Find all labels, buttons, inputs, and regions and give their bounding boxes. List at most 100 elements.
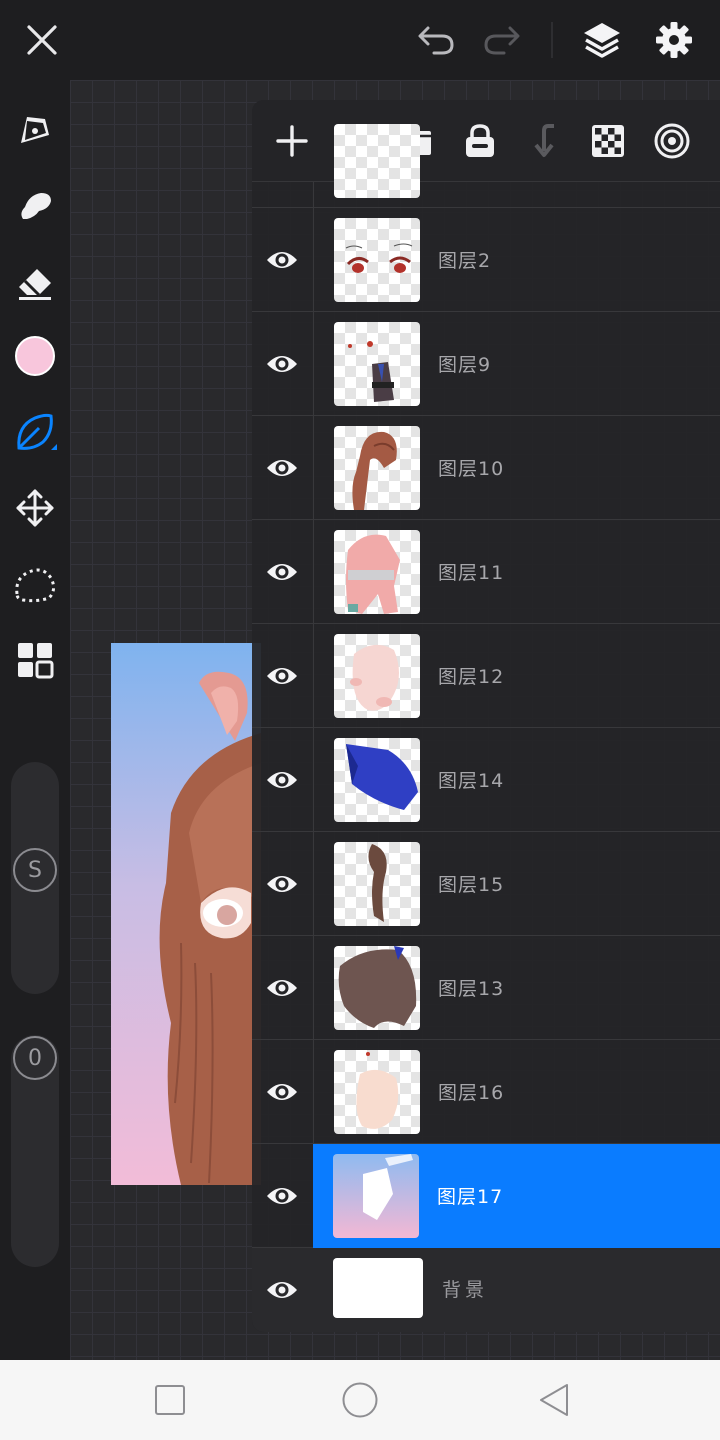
recent-apps-icon <box>155 1385 185 1415</box>
layers-button[interactable] <box>578 16 626 64</box>
visibility-toggle[interactable] <box>258 548 306 596</box>
layer-row[interactable]: 图层9 <box>252 312 720 416</box>
eye-icon <box>267 460 297 476</box>
visibility-toggle[interactable] <box>258 652 306 700</box>
layer-row[interactable]: 图层11 <box>252 520 720 624</box>
layer-row[interactable]: 图层16 <box>252 1040 720 1144</box>
lock-button[interactable] <box>456 117 504 165</box>
add-layer-icon <box>276 125 308 157</box>
visibility-toggle[interactable] <box>258 964 306 1012</box>
background-layer-name: 背景 <box>442 1279 489 1301</box>
layer-row[interactable]: 图层10 <box>252 416 720 520</box>
opacity-label: 0 <box>28 1045 42 1071</box>
layer-thumbnail <box>334 946 420 1030</box>
lasso-select-button[interactable] <box>10 559 60 609</box>
layer-row[interactable]: 图层13 <box>252 936 720 1040</box>
redo-icon <box>484 26 520 55</box>
leaf-brush-icon <box>17 413 57 450</box>
home-button[interactable] <box>340 1380 380 1420</box>
layer-thumbnail <box>334 842 420 926</box>
layer-row-selected[interactable]: 图层17 <box>252 1144 720 1248</box>
add-layer-button[interactable] <box>268 117 316 165</box>
smudge-tool-icon <box>21 193 51 219</box>
eye-icon <box>267 772 297 788</box>
layer-thumbnail <box>334 530 420 614</box>
leaf-brush-button[interactable] <box>10 407 60 457</box>
settings-icon <box>656 22 692 58</box>
layers-icon <box>584 23 620 58</box>
layer-row-partial[interactable] <box>252 124 720 208</box>
layer-thumbnail <box>334 426 420 510</box>
blend-mode-button[interactable] <box>648 117 696 165</box>
undo-icon <box>418 26 454 55</box>
eye-icon <box>267 1282 297 1298</box>
layer-thumbnail <box>334 322 420 406</box>
layer-thumbnail <box>334 218 420 302</box>
layer-row[interactable]: 图层14 <box>252 728 720 832</box>
lasso-select-icon <box>15 568 56 603</box>
eye-icon <box>267 668 297 684</box>
transparency-checker-button[interactable] <box>584 117 632 165</box>
visibility-toggle[interactable] <box>258 340 306 388</box>
home-icon <box>342 1382 378 1418</box>
layer-list[interactable]: 图层2 图层9 图层10 图层11 图层12 图层14 图层15 图层13 图层… <box>252 124 720 1332</box>
system-nav-bar <box>0 1360 720 1440</box>
eye-icon <box>267 876 297 892</box>
layer-name: 图层17 <box>437 1186 504 1208</box>
artwork-preview <box>111 643 261 1185</box>
smudge-tool-button[interactable] <box>10 180 60 230</box>
eye-icon <box>267 564 297 580</box>
background-thumbnail <box>333 1258 423 1318</box>
eraser-icon <box>19 269 51 300</box>
back-icon <box>540 1384 568 1416</box>
back-button[interactable] <box>534 1380 574 1420</box>
visibility-toggle[interactable] <box>258 756 306 804</box>
pen-tool-button[interactable] <box>10 104 60 154</box>
pen-tool-icon <box>21 117 49 143</box>
transparency-checker-icon <box>592 125 624 157</box>
brush-size-knob[interactable]: S <box>13 848 57 892</box>
layer-name: 图层2 <box>438 250 492 272</box>
eye-icon <box>267 980 297 996</box>
background-layer-row[interactable]: 背景 <box>252 1248 720 1332</box>
toolbar-divider <box>551 22 553 58</box>
layer-row[interactable]: 图层15 <box>252 832 720 936</box>
layer-name: 图层12 <box>438 666 505 688</box>
app-root: S 0 图层2 图层9 图层10 图层11 图层12 图层14 图层15 图层1… <box>0 0 720 1440</box>
redo-button[interactable] <box>478 16 526 64</box>
layer-name: 图层14 <box>438 770 505 792</box>
left-toolbar: S 0 <box>0 80 70 1360</box>
grid-apps-icon <box>18 643 54 679</box>
layer-name: 图层11 <box>438 562 505 584</box>
layer-name: 图层10 <box>438 458 505 480</box>
settings-button[interactable] <box>650 16 698 64</box>
layers-panel: 图层2 图层9 图层10 图层11 图层12 图层14 图层15 图层13 图层… <box>252 100 720 1332</box>
eye-icon <box>267 1188 297 1204</box>
layer-row[interactable]: 图层2 <box>252 208 720 312</box>
layer-name: 图层15 <box>438 874 505 896</box>
transform-icon <box>16 489 54 527</box>
eye-icon <box>267 356 297 372</box>
eraser-button[interactable] <box>10 256 60 306</box>
undo-button[interactable] <box>412 16 460 64</box>
close-button[interactable] <box>18 16 66 64</box>
layer-row[interactable]: 图层12 <box>252 624 720 728</box>
layer-thumbnail <box>334 1050 420 1134</box>
lock-icon <box>466 124 494 157</box>
brush-size-label: S <box>28 857 42 883</box>
color-swatch[interactable] <box>10 331 60 381</box>
recent-apps-button[interactable] <box>150 1380 190 1420</box>
visibility-toggle[interactable] <box>258 1266 306 1314</box>
visibility-toggle[interactable] <box>258 860 306 908</box>
transform-button[interactable] <box>10 483 60 533</box>
visibility-toggle[interactable] <box>258 444 306 492</box>
visibility-toggle[interactable] <box>258 236 306 284</box>
visibility-toggle[interactable] <box>258 1172 306 1220</box>
close-icon <box>27 25 57 55</box>
opacity-knob[interactable]: 0 <box>13 1036 57 1080</box>
top-bar <box>0 0 720 80</box>
grid-apps-button[interactable] <box>10 635 60 685</box>
merge-down-button[interactable] <box>520 117 568 165</box>
visibility-toggle[interactable] <box>258 1068 306 1116</box>
layer-thumbnail <box>333 1154 419 1238</box>
